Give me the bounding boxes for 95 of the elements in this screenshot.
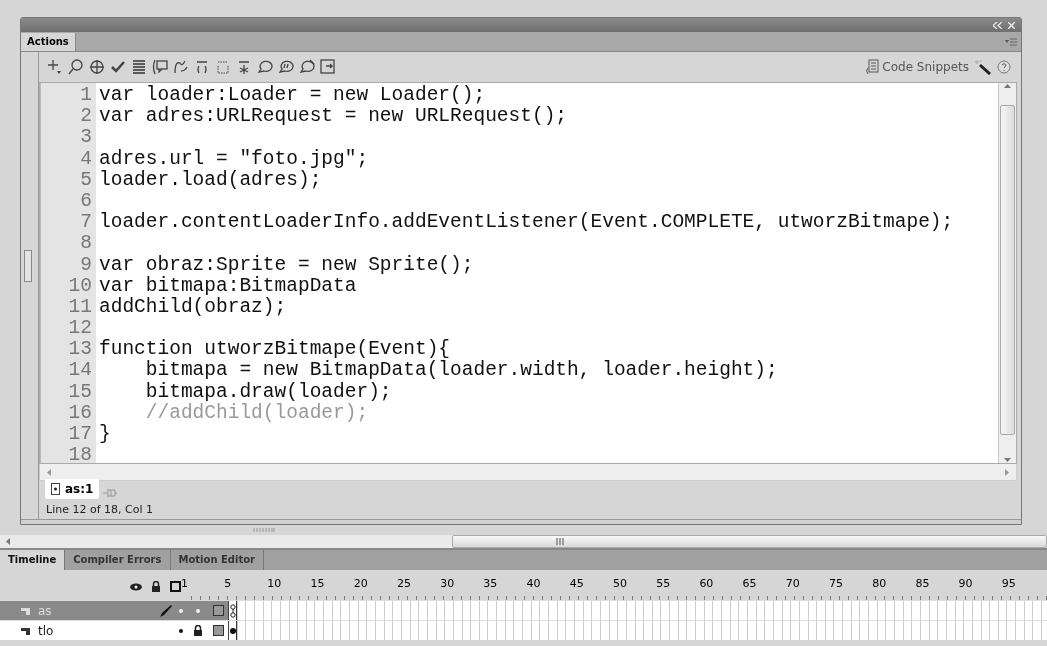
panel-toggle-icon[interactable] [320,59,336,75]
line-number: 18 [67,445,92,463]
collapse-icon[interactable] [993,21,1002,29]
visible-dot-icon[interactable] [179,608,183,613]
code-comment: //addChild(loader); [144,401,369,424]
code-line: loader.contentLoaderInfo.addEventListener(Event.COMPLETE, utworzBitmape); [99,211,954,234]
panel-tab[interactable]: Compiler Errors [65,550,171,570]
outline-color-icon[interactable] [213,605,224,616]
braces-icon[interactable] [194,59,210,75]
line-number: 14 [67,360,92,382]
add-icon[interactable] [47,59,63,75]
comment-block-icon[interactable] [257,59,273,75]
frame-number: 95 [1001,576,1013,590]
layer-icon [20,625,32,636]
scroll-right-icon[interactable] [1005,468,1010,476]
frame-number: 20 [353,576,365,590]
code-line: bitmapa = new BitmapData(loader.width, loader.height); [144,359,778,382]
line-number: 4 [79,148,92,170]
line-number: 9 [79,254,92,276]
code-line: var bitmapa:BitmapData [99,274,357,297]
line-number: 6 [79,190,92,213]
code-line: bitmapa.draw(loader); [144,380,392,403]
visible-dot-icon[interactable] [179,628,183,633]
frame-number: 25 [396,576,408,590]
frame-number: 45 [569,576,581,590]
line-number: 11 [67,296,92,319]
layer-name: tlo [38,623,55,638]
format-icon[interactable] [131,59,147,75]
code-hint-icon[interactable] [152,59,168,75]
script-tab[interactable]: as:1 [45,479,100,499]
frame-number: 5 [224,576,233,590]
stage-scrollbar[interactable] [0,535,1047,550]
panel-tab[interactable]: Motion Editor [170,550,264,570]
action-keyframe-icon[interactable] [229,603,236,618]
layer-icon [20,605,32,616]
code-line: var loader:Loader = new Loader(); [99,84,486,106]
comment-line-icon[interactable] [278,59,294,75]
collapse-handle[interactable] [23,249,32,282]
script-file-icon [51,483,60,495]
close-icon[interactable] [1008,21,1015,29]
scroll-up-icon[interactable] [1004,83,1011,89]
code-line: addChild(obraz); [99,295,287,318]
keyframe-icon[interactable] [229,627,236,634]
layer-row[interactable]: tlo [0,621,228,640]
line-number: 2 [79,106,92,128]
lock-icon[interactable] [150,581,161,592]
frame-number: 1 [180,576,189,590]
code-line: } [99,423,111,445]
layer-name: as [38,603,53,618]
line-number: 13 [67,339,92,361]
code-line: var adres:URLRequest = new URLRequest(); [99,105,568,128]
actions-tab[interactable]: Actions [21,33,76,51]
status-text: Line 12 of 18, Col 1 [45,502,154,518]
code-snippets-button[interactable]: Code Snippets [865,59,969,75]
line-number: 12 [67,318,92,340]
frame-number: 15 [310,576,322,590]
pencil-icon [159,603,173,618]
frame-number: 65 [742,576,754,590]
line-number: 10 [67,275,92,297]
lock-icon[interactable] [193,625,203,636]
frame-number: 75 [829,576,840,590]
magic-wand-icon[interactable] [974,59,992,75]
snippets-icon [865,59,880,75]
scroll-left-icon[interactable] [46,468,51,476]
unlocked-dot-icon[interactable] [193,608,203,613]
search-icon[interactable] [68,59,84,75]
grip-icon[interactable] [555,538,564,545]
frame-number: 40 [526,576,538,590]
outline-color-icon[interactable] [213,625,224,636]
frame-number: 70 [785,576,797,590]
panel-tab[interactable]: Timeline [0,550,66,570]
frame-number: 85 [915,576,927,590]
line-number: 1 [79,85,92,107]
scroll-left-icon[interactable] [5,538,10,545]
check-icon[interactable] [110,59,126,75]
line-number: 5 [79,169,92,191]
eye-icon[interactable] [129,582,142,591]
code-line: loader.load(adres); [99,168,322,191]
code-line: adres.url = "foto.jpg"; [99,147,369,170]
horizontal-scrollbar[interactable] [39,464,1017,481]
vertical-scrollbar[interactable] [998,83,1016,463]
line-number: 17 [67,424,92,446]
uncomment-icon[interactable] [299,59,315,75]
code-line: var obraz:Sprite = new Sprite(); [99,253,474,276]
line-number: 8 [79,233,92,255]
line-number: 15 [67,381,92,403]
line-number: 3 [79,127,92,149]
help-icon[interactable] [997,60,1011,74]
code-line: function utworzBitmape(Event){ [99,338,451,361]
panel-menu-icon[interactable] [1005,37,1017,47]
frame-number: 90 [958,576,970,590]
outline-icon[interactable] [169,581,181,592]
line-number: 7 [79,212,92,234]
line-number: 16 [67,402,92,424]
target-icon[interactable] [89,59,105,75]
